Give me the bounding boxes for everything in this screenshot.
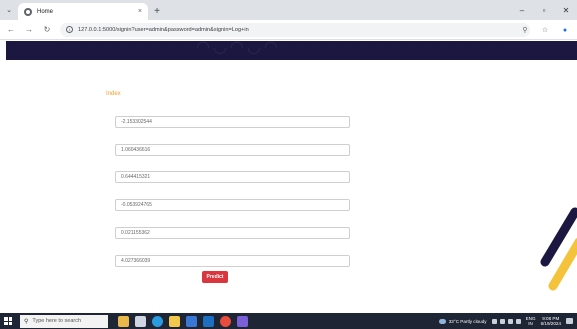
site-info-icon[interactable]: i [66,26,73,33]
favicon-icon [24,7,32,16]
tab-home[interactable]: Home × [18,3,148,20]
notification-icon[interactable] [566,318,573,324]
tray-icons [491,318,521,324]
search-icon: ⚲ [24,318,29,325]
file-explorer-icon[interactable] [169,315,180,327]
widgets-icon[interactable] [118,315,129,327]
input-field-5[interactable]: 0.021155362 [115,227,350,239]
predict-button[interactable]: Predict [202,271,228,283]
page-label: Index [106,91,121,97]
forward-icon[interactable]: → [22,23,36,37]
profile-icon[interactable]: ● [559,23,571,37]
input-field-3[interactable]: 0.644415321 [115,171,350,183]
mail-icon[interactable] [203,315,214,327]
header-watermark: ◠◡◠◡◠ [196,41,281,56]
window-controls: – ▫ ✕ [511,0,577,20]
site-header-band: ◠◡◠◡◠ [6,41,577,60]
back-icon[interactable]: ← [4,23,18,37]
input-field-6[interactable]: 4.027366039 [115,255,350,267]
battery-icon[interactable] [515,318,521,324]
tab-title: Home [37,8,54,15]
close-tab-icon[interactable]: × [138,8,142,15]
clock-date: 6/19/2024 [540,321,561,326]
star-icon[interactable]: ☆ [539,23,551,37]
app-icon[interactable] [237,315,248,327]
store-icon[interactable] [186,315,197,327]
input-field-2[interactable]: 1.060436616 [115,144,350,156]
reload-icon[interactable]: ↻ [40,23,54,37]
browser-tabstrip: ⌄ Home × + – ▫ ✕ [0,0,577,20]
windows-taskbar: ⚲ Type here to search 33°C Partly cloudy [0,313,577,329]
weather-icon [438,318,446,324]
volume-icon[interactable] [507,318,513,324]
weather-text: 33°C Partly cloudy [448,318,487,324]
input-field-1[interactable]: -2.153302544 [115,116,350,128]
decorative-strokes [540,207,577,291]
chevron-up-icon[interactable] [491,318,497,324]
url-text: 127.0.0.1:5000/signin?user=admin&passwor… [78,26,249,33]
taskbar-search-placeholder: Type here to search [32,318,82,324]
clock[interactable]: 9:08 PM 6/19/2024 [541,316,561,327]
minimize-button[interactable]: – [511,0,533,20]
lang-bottom: IN [528,321,533,326]
screen: ⌄ Home × + – ▫ ✕ ← → ↻ i 127.0.0.1:5000/… [0,0,577,329]
maximize-button[interactable]: ▫ [533,0,555,20]
zoom-icon[interactable]: ⚲ [519,23,531,37]
tab-list-icon[interactable]: ⌄ [0,0,18,20]
chrome-icon[interactable] [220,315,231,327]
weather-widget[interactable]: 33°C Partly cloudy [438,318,487,324]
taskbar-app-icons [118,315,248,327]
language-indicator[interactable]: ENG IN [526,316,536,327]
network-icon[interactable] [499,318,505,324]
task-view-icon[interactable] [135,315,146,327]
taskbar-search-box[interactable]: ⚲ Type here to search [20,314,108,328]
address-bar[interactable]: i 127.0.0.1:5000/signin?user=admin&passw… [60,22,530,37]
edge-icon[interactable] [152,315,163,327]
input-field-4[interactable]: -0.053924765 [115,199,350,211]
windows-start-icon[interactable] [0,313,16,329]
system-tray: 33°C Partly cloudy ENG IN 9:08 PM 6/19/2… [438,313,573,329]
close-window-button[interactable]: ✕ [555,0,577,20]
new-tab-button[interactable]: + [148,3,166,20]
toolbar-right-icons: ⚲ ☆ ● [519,23,571,37]
browser-toolbar: ← → ↻ i 127.0.0.1:5000/signin?user=admin… [0,20,577,40]
